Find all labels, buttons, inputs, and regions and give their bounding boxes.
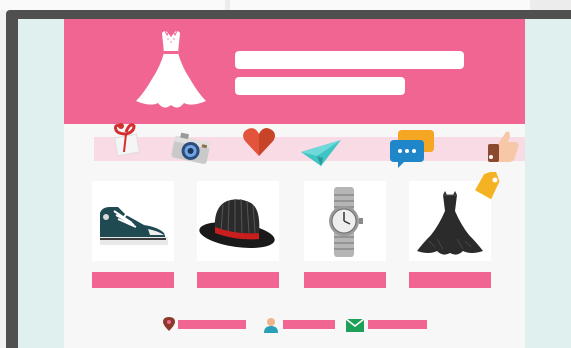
envelope-icon [346, 318, 364, 332]
hero-subtitle-placeholder [235, 77, 405, 95]
hero-banner [64, 19, 525, 124]
sneaker-icon [100, 207, 168, 245]
hero-title-placeholder [235, 51, 464, 69]
product-card-sneaker[interactable] [92, 181, 174, 261]
footer-contact-name [283, 320, 335, 329]
product-card-watch[interactable] [304, 181, 386, 261]
website-mockup [64, 19, 525, 348]
footer-email [368, 320, 427, 329]
heart-icon[interactable] [242, 126, 276, 158]
product-button-sneaker[interactable] [92, 272, 174, 288]
top-strip-left [0, 0, 225, 10]
fedora-hat-icon [199, 198, 275, 249]
camera-icon[interactable] [170, 131, 212, 167]
chat-bubbles-icon[interactable] [390, 128, 436, 172]
gift-icon[interactable] [110, 122, 142, 156]
price-tag-icon [475, 172, 500, 200]
top-strip [0, 0, 571, 10]
monitor-screen [18, 19, 571, 348]
wristwatch-icon [329, 187, 363, 257]
top-strip-right [230, 0, 530, 10]
location-pin-icon [163, 317, 175, 331]
product-button-dress[interactable] [409, 272, 491, 288]
paper-plane-icon[interactable] [299, 138, 343, 168]
dress-icon [136, 29, 206, 108]
thumbs-up-icon[interactable] [484, 128, 520, 164]
product-button-hat[interactable] [197, 272, 279, 288]
footer-address [178, 320, 246, 329]
product-card-hat[interactable] [197, 181, 279, 261]
user-icon [264, 318, 278, 333]
product-button-watch[interactable] [304, 272, 386, 288]
